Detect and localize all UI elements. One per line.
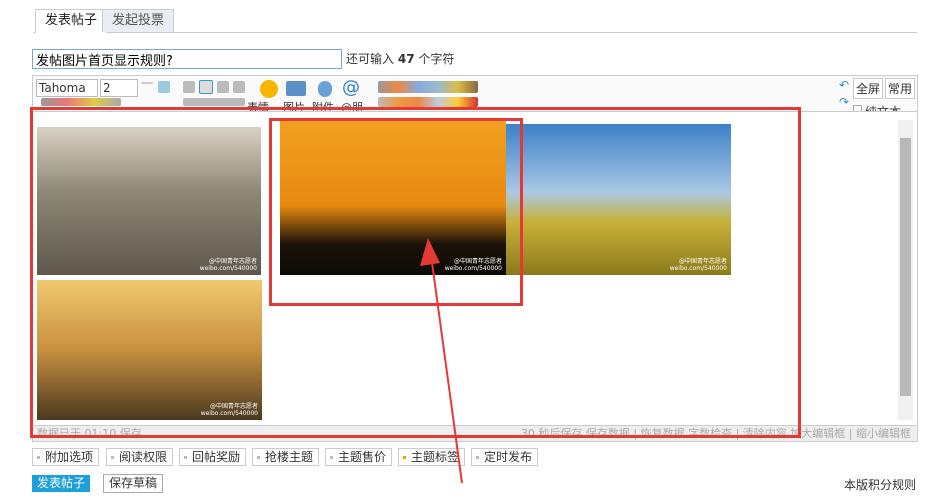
annotation-arrow: [420, 238, 463, 484]
